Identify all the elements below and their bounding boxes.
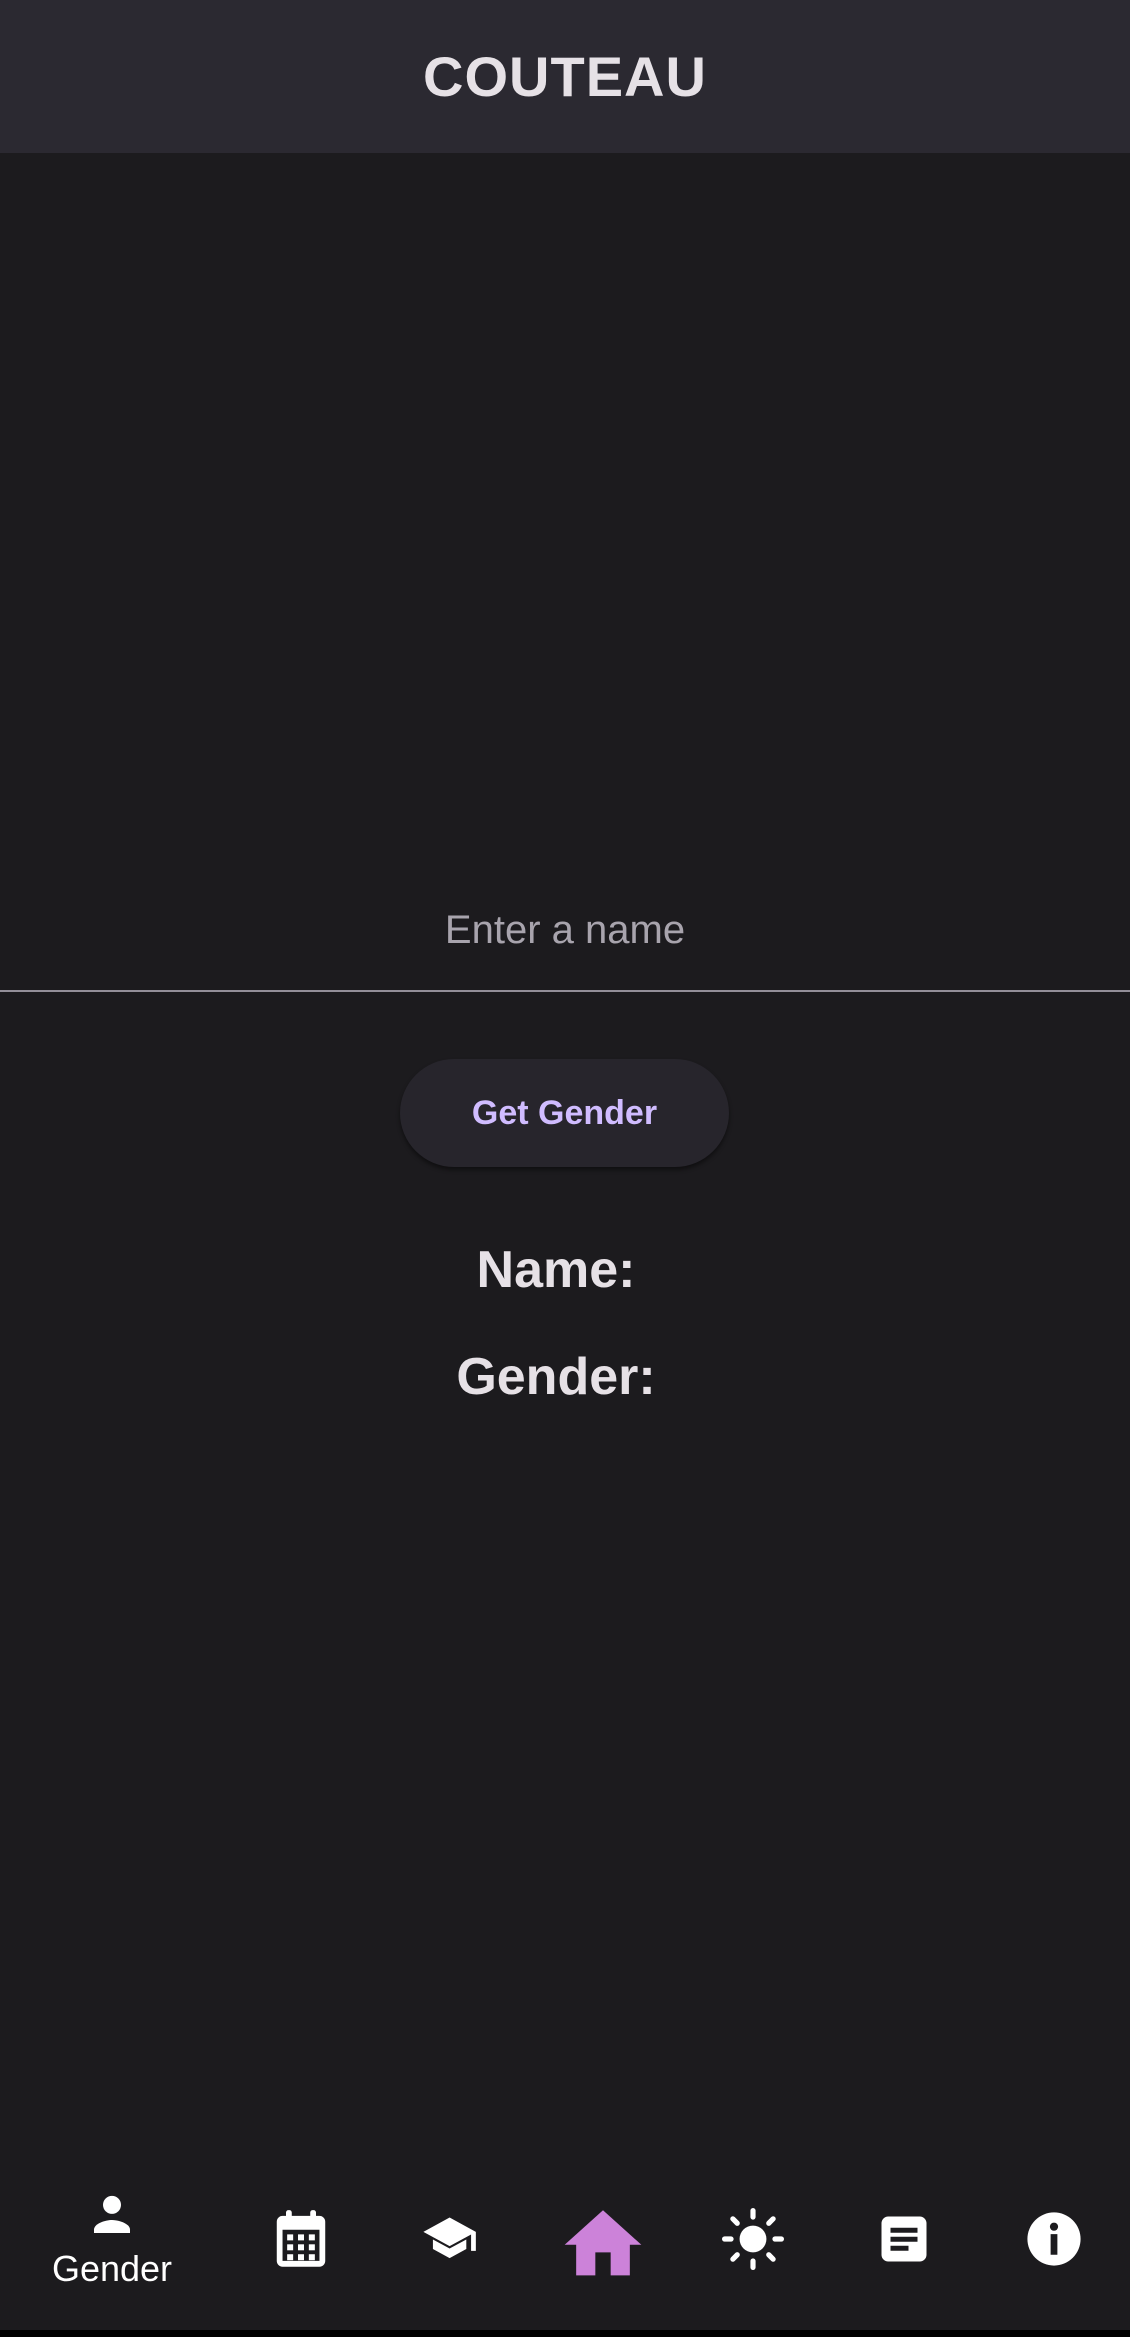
nav-item-home[interactable] [553,2148,653,2330]
nav-item-school[interactable] [412,2148,492,2330]
school-icon [423,2217,476,2259]
nav-item-theme[interactable] [713,2148,793,2330]
home-icon [564,2210,642,2276]
app-title: COUTEAU [423,45,707,108]
get-gender-button[interactable]: Get Gender [400,1059,729,1167]
nav-item-article[interactable] [864,2148,944,2330]
nav-label-gender: Gender [51,2248,173,2289]
app-screen: COUTEAU Get Gender Name: Gender: Gender [0,0,1130,2337]
bottom-edge [0,2330,1130,2337]
result-gender-label: Gender: [456,1348,656,1406]
result-name-label: Name: [476,1241,636,1299]
article-icon [881,2216,927,2262]
calendar-icon [276,2210,326,2267]
sun-icon [722,2208,784,2270]
name-field[interactable] [0,870,1130,992]
bottom-navigation: Gender [0,2148,1130,2330]
info-icon [1027,2212,1081,2266]
nav-item-calendar[interactable] [261,2148,341,2330]
person-icon [94,2195,130,2233]
nav-item-gender[interactable]: Gender [37,2148,187,2330]
nav-item-info[interactable] [1014,2148,1094,2330]
app-bar: COUTEAU [0,0,1130,153]
name-input[interactable] [0,870,1130,990]
